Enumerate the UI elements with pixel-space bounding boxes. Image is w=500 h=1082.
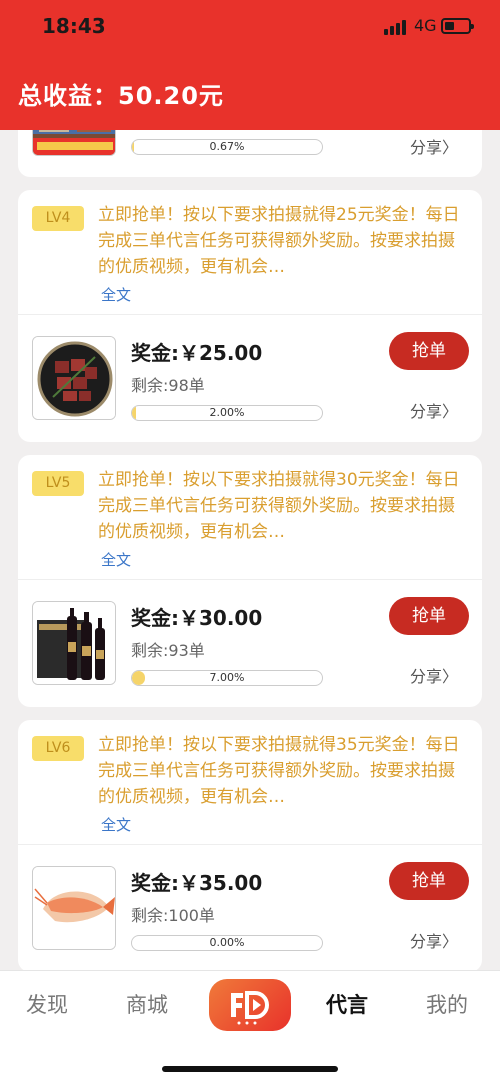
progress-text: 0.67% — [209, 140, 245, 153]
progress-text: 7.00% — [209, 671, 245, 684]
share-link[interactable]: 分享〉 — [410, 398, 458, 422]
progress-bar: 2.00% — [131, 405, 323, 421]
shrimp-product-image — [33, 867, 115, 949]
bottom-tab-bar: 发现 商城 代言 我的 — [0, 970, 500, 1082]
chevron-right-icon: 〉 — [442, 138, 459, 157]
task-card: LV6 立即抢单！按以下要求拍摄就得35元奖金！每日完成三单代言任务可获得额外奖… — [18, 720, 482, 972]
task-card: LV5 立即抢单！按以下要求拍摄就得30元奖金！每日完成三单代言任务可获得额外奖… — [18, 455, 482, 707]
task-description: 立即抢单！按以下要求拍摄就得35元奖金！每日完成三单代言任务可获得额外奖励。按要… — [98, 735, 460, 807]
share-label: 分享 — [410, 138, 443, 157]
task-card-header: LV4 立即抢单！按以下要求拍摄就得25元奖金！每日完成三单代言任务可获得额外奖… — [18, 190, 482, 315]
tab-discover[interactable]: 发现 — [26, 989, 68, 1019]
bonus-amount: 奖金:￥25.00 — [131, 341, 263, 365]
grab-order-button[interactable]: 抢单 — [389, 862, 469, 900]
progress-bar: 7.00% — [131, 670, 323, 686]
progress-text: 0.00% — [209, 936, 245, 949]
chevron-right-icon: 〉 — [442, 667, 459, 686]
progress-bar: 0.67% — [131, 139, 323, 155]
bonus-amount: 奖金:￥30.00 — [131, 606, 263, 630]
task-description: 立即抢单！按以下要求拍摄就得30元奖金！每日完成三单代言任务可获得额外奖励。按要… — [98, 470, 460, 542]
full-text-link[interactable]: 全文 — [101, 284, 131, 305]
grab-order-button[interactable]: 抢单 — [389, 597, 469, 635]
chevron-right-icon: 〉 — [442, 932, 459, 951]
level-badge: LV6 — [32, 736, 84, 761]
product-thumbnail[interactable] — [32, 336, 116, 420]
full-text-link[interactable]: 全文 — [101, 549, 131, 570]
battery-icon — [441, 18, 474, 34]
full-text-link[interactable]: 全文 — [101, 814, 131, 835]
remaining-count: 剩余:98单 — [131, 376, 205, 395]
remaining-count: 剩余:100单 — [131, 906, 215, 925]
share-label: 分享 — [410, 932, 443, 951]
header: 18:43 4G 总收益：50.20元 — [0, 0, 500, 130]
chevron-right-icon: 〉 — [442, 402, 459, 421]
tab-endorse[interactable]: 代言 — [326, 989, 368, 1019]
level-badge: LV4 — [32, 206, 84, 231]
wine-product-image — [33, 602, 115, 684]
tab-mine[interactable]: 我的 — [426, 989, 468, 1019]
share-link[interactable]: 分享〉 — [410, 928, 458, 952]
task-card-header: LV5 立即抢单！按以下要求拍摄就得30元奖金！每日完成三单代言任务可获得额外奖… — [18, 455, 482, 580]
share-link[interactable]: 分享〉 — [410, 663, 458, 687]
share-label: 分享 — [410, 667, 443, 686]
steak-product-image — [33, 337, 115, 419]
center-tab-button[interactable] — [209, 979, 291, 1031]
bonus-amount: 奖金:￥35.00 — [131, 871, 263, 895]
remaining-count: 剩余:93单 — [131, 641, 205, 660]
progress-text: 2.00% — [209, 406, 245, 419]
product-thumbnail[interactable] — [32, 601, 116, 685]
task-card-header: LV6 立即抢单！按以下要求拍摄就得35元奖金！每日完成三单代言任务可获得额外奖… — [18, 720, 482, 845]
product-thumbnail[interactable] — [32, 866, 116, 950]
task-description: 立即抢单！按以下要求拍摄就得25元奖金！每日完成三单代言任务可获得额外奖励。按要… — [98, 205, 460, 277]
status-bar: 18:43 4G — [0, 0, 500, 54]
network-label: 4G — [414, 16, 437, 35]
home-indicator — [162, 1066, 338, 1072]
total-earnings: 总收益：50.20元 — [18, 82, 224, 110]
signal-icon — [384, 19, 408, 35]
grab-order-button[interactable]: 抢单 — [389, 332, 469, 370]
status-time: 18:43 — [42, 14, 106, 38]
share-label: 分享 — [410, 402, 443, 421]
level-badge: LV5 — [32, 471, 84, 496]
task-card: LV4 立即抢单！按以下要求拍摄就得25元奖金！每日完成三单代言任务可获得额外奖… — [18, 190, 482, 442]
progress-bar: 0.00% — [131, 935, 323, 951]
share-link[interactable]: 分享〉 — [410, 134, 458, 158]
tab-mall[interactable]: 商城 — [126, 989, 168, 1019]
fd-logo-icon — [231, 991, 269, 1025]
